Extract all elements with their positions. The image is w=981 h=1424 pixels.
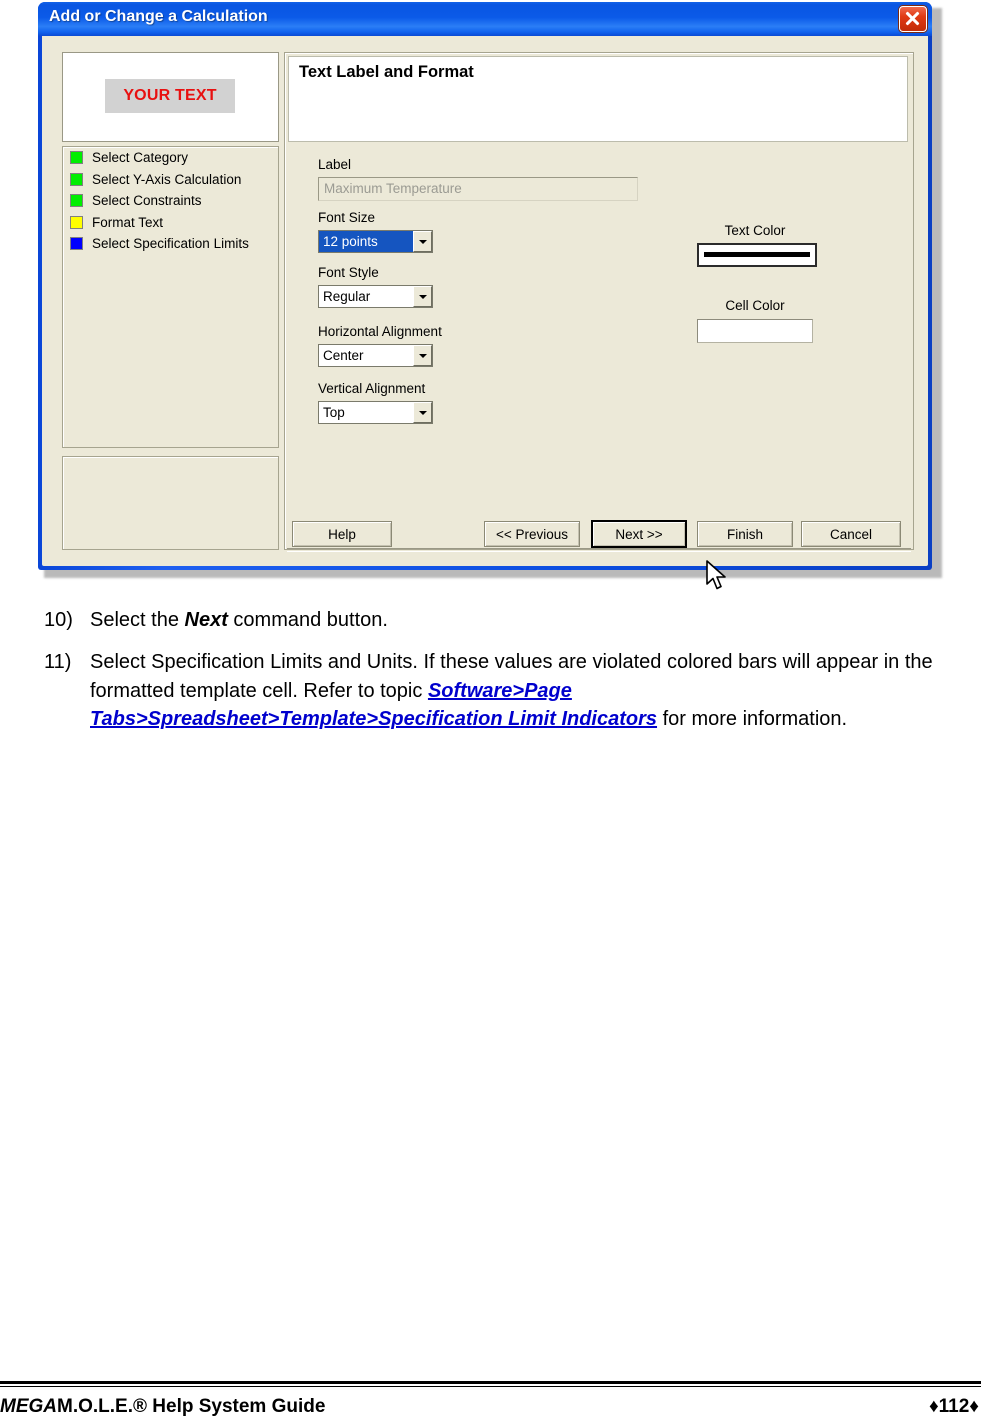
wizard-step-label: Select Y-Axis Calculation — [92, 171, 242, 187]
font-style-caption: Font Style — [318, 265, 379, 280]
wizard-step-item[interactable]: Format Text — [63, 212, 278, 234]
vertical-alignment-caption: Vertical Alignment — [318, 381, 426, 396]
cancel-button[interactable]: Cancel — [801, 521, 901, 547]
text-color-swatch[interactable] — [697, 243, 817, 267]
instruction-item-10: 10) Select the Next command button. — [44, 606, 944, 634]
panel-title: Text Label and Format — [299, 63, 474, 81]
button-bar-separator — [287, 548, 911, 552]
dialog-screenshot-figure: Add or Change a Calculation YOUR TEXT Se… — [38, 2, 942, 590]
wizard-step-label: Format Text — [92, 214, 164, 230]
step-status-swatch-icon — [70, 172, 83, 186]
font-style-combobox[interactable]: Regular — [318, 285, 433, 308]
wizard-step-item[interactable]: Select Specification Limits — [63, 233, 278, 255]
footer-brand-mega: MEGA — [0, 1396, 57, 1417]
wizard-step-label: Select Category — [92, 150, 189, 166]
preview-cell-sample: YOUR TEXT — [105, 79, 235, 113]
footer-rule-thick — [0, 1381, 981, 1384]
font-size-caption: Font Size — [318, 210, 376, 225]
step-status-swatch-icon — [70, 194, 83, 208]
horizontal-alignment-value: Center — [323, 348, 364, 363]
vertical-alignment-combobox[interactable]: Top — [318, 401, 433, 424]
text-preview-panel: YOUR TEXT — [62, 52, 279, 142]
font-style-value: Regular — [323, 289, 371, 304]
instruction-item-11: 11) Select Specification Limits and Unit… — [44, 648, 944, 733]
text-color-bar-icon — [704, 252, 810, 257]
text-color-caption: Text Color — [724, 223, 786, 238]
instruction-list: 10) Select the Next command button. 11) … — [44, 606, 944, 748]
instruction-text-part: for more information. — [657, 708, 848, 731]
footer-brand: MEGAM.O.L.E.® Help System Guide — [0, 1396, 325, 1418]
wizard-step-item[interactable]: Select Category — [63, 147, 278, 169]
step-status-swatch-icon — [70, 237, 83, 251]
instruction-text-part: command button. — [227, 609, 388, 631]
wizard-step-item[interactable]: Select Y-Axis Calculation — [63, 169, 278, 191]
wizard-steps-panel: Select Category Select Y-Axis Calculatio… — [62, 146, 279, 448]
chevron-down-icon[interactable] — [413, 231, 432, 252]
dialog-titlebar: Add or Change a Calculation — [38, 2, 932, 36]
dialog-body: YOUR TEXT Select Category Select Y-Axis … — [42, 36, 928, 590]
chevron-down-icon[interactable] — [413, 402, 432, 423]
help-button[interactable]: Help — [292, 521, 392, 547]
step-status-swatch-icon — [70, 215, 83, 229]
instruction-number: 11) — [44, 651, 72, 674]
panel-header-area: Text Label and Format — [288, 56, 908, 142]
step-status-swatch-icon — [70, 151, 83, 165]
vertical-alignment-value: Top — [323, 405, 345, 420]
finish-button[interactable]: Finish — [697, 521, 793, 547]
page-footer: MEGAM.O.L.E.® Help System Guide ♦112♦ — [0, 1393, 981, 1421]
wizard-step-label: Select Specification Limits — [92, 236, 249, 252]
instruction-emphasis: Next — [184, 609, 228, 631]
label-field-caption: Label — [318, 157, 352, 172]
horizontal-alignment-combobox[interactable]: Center — [318, 344, 433, 367]
previous-button[interactable]: << Previous — [484, 521, 580, 547]
instruction-text: Select the Next command button. — [90, 609, 388, 631]
chevron-down-icon[interactable] — [413, 286, 432, 307]
cell-color-caption: Cell Color — [725, 298, 785, 313]
footer-page-number: ♦112♦ — [928, 1396, 979, 1417]
footer-brand-rest: M.O.L.E.® Help System Guide — [57, 1396, 326, 1417]
wizard-step-item[interactable]: Select Constraints — [63, 190, 278, 212]
font-size-value: 12 points — [319, 231, 413, 252]
next-button[interactable]: Next >> — [591, 520, 687, 548]
font-size-combobox[interactable]: 12 points — [318, 230, 433, 253]
add-or-change-calculation-dialog: Add or Change a Calculation YOUR TEXT Se… — [38, 2, 932, 590]
instruction-text: Select Specification Limits and Units. I… — [90, 651, 933, 730]
text-label-and-format-group: Text Label and Format Label Maximum Temp… — [284, 52, 914, 550]
chevron-down-icon[interactable] — [413, 345, 432, 366]
wizard-step-label: Select Constraints — [92, 193, 202, 209]
horizontal-alignment-caption: Horizontal Alignment — [318, 324, 442, 339]
footer-divider — [0, 1381, 981, 1387]
instruction-number: 10) — [44, 609, 73, 631]
lower-left-empty-panel — [62, 456, 279, 550]
close-icon[interactable] — [899, 6, 927, 32]
footer-rule-thin — [0, 1386, 981, 1387]
label-input[interactable]: Maximum Temperature — [318, 177, 638, 201]
instruction-text-part: Select the — [90, 609, 185, 631]
dialog-title: Add or Change a Calculation — [49, 8, 268, 25]
cell-color-swatch[interactable] — [697, 319, 813, 343]
